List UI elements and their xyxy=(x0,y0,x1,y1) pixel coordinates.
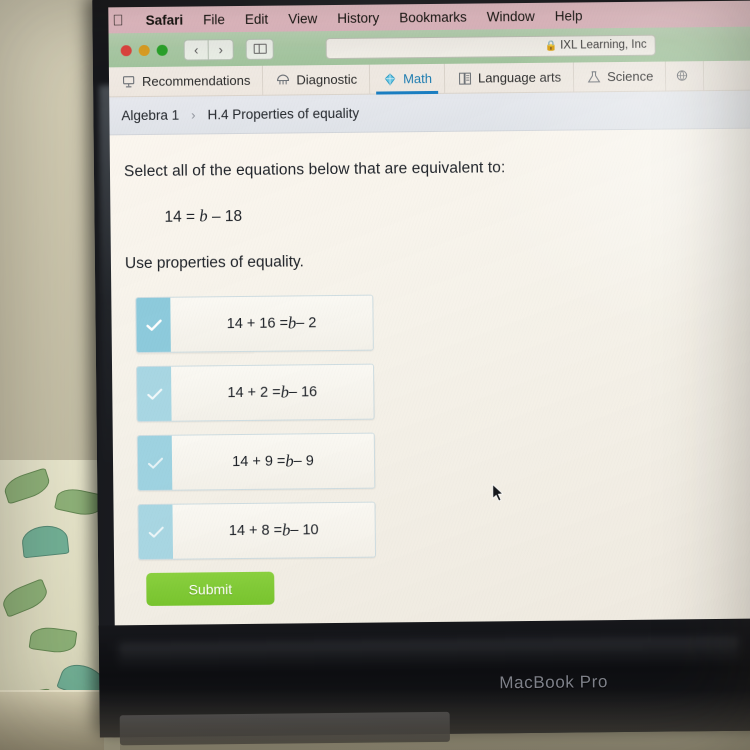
minimize-window-button[interactable] xyxy=(138,44,150,56)
target-equation: 14 = b – 18 xyxy=(164,200,750,227)
menu-item-window[interactable]: Window xyxy=(487,8,535,24)
breadcrumb-skill: H.4 Properties of equality xyxy=(207,105,360,123)
option-variable: b xyxy=(282,520,291,540)
device-model-label: MacBook Pro xyxy=(499,672,609,693)
question-prompt: Select all of the equations below that a… xyxy=(123,159,506,181)
tab-label: Science xyxy=(607,68,654,85)
question-instruction: Use properties of equality. xyxy=(124,253,304,273)
leaf-motif xyxy=(1,467,53,505)
desk-edge xyxy=(0,690,104,750)
breadcrumb: Algebra 1 › H.4 Properties of equality xyxy=(109,89,750,136)
option-right: – 16 xyxy=(288,384,318,401)
tab-label: Diagnostic xyxy=(296,71,358,88)
equation-left: 14 = xyxy=(164,208,200,226)
check-icon xyxy=(147,457,163,469)
option-checkbox[interactable] xyxy=(138,504,174,560)
answer-option[interactable]: 14 + 9 = b – 9 xyxy=(136,432,376,492)
tab-label: Language arts xyxy=(477,69,562,86)
science-icon xyxy=(587,70,601,83)
tab-recommendations[interactable]: Recommendations xyxy=(108,65,264,97)
option-left: 14 + 16 = xyxy=(226,315,289,333)
option-checkbox[interactable] xyxy=(136,297,171,353)
bottom-bezel: MacBook Pro xyxy=(98,618,750,746)
menu-item-history[interactable]: History xyxy=(337,10,379,25)
language-arts-icon xyxy=(459,72,472,85)
check-icon xyxy=(146,388,162,400)
option-left: 14 + 2 = xyxy=(227,384,281,402)
answer-option[interactable]: 14 + 2 = b – 16 xyxy=(136,363,375,423)
option-variable: b xyxy=(285,451,294,471)
address-bar[interactable]: 🔒 IXL Learning, Inc xyxy=(325,34,656,59)
option-right: – 2 xyxy=(296,315,317,332)
option-variable: b xyxy=(280,382,290,402)
answer-options-list: 14 + 16 = b – 2 14 + 2 = b – 16 14 + 9 =… xyxy=(125,290,750,561)
social-studies-globe-icon xyxy=(677,69,688,81)
tab-label: Recommendations xyxy=(141,72,251,90)
tab-science[interactable]: Science xyxy=(573,61,667,92)
photograph-of-laptop:  Safari File Edit View History Bookmark… xyxy=(0,0,750,750)
bezel-sheen xyxy=(118,636,740,670)
address-bar-label: IXL Learning, Inc xyxy=(560,38,647,52)
option-checkbox[interactable] xyxy=(137,366,172,422)
breadcrumb-course[interactable]: Algebra 1 xyxy=(121,108,179,124)
menu-item-help[interactable]: Help xyxy=(555,8,583,23)
tab-label: Math xyxy=(403,70,433,87)
option-equation: 14 + 16 = b – 2 xyxy=(170,295,373,352)
option-left: 14 + 9 = xyxy=(232,453,286,471)
recommendations-icon xyxy=(122,75,135,87)
option-right: – 9 xyxy=(293,453,314,470)
option-equation: 14 + 8 = b – 10 xyxy=(172,502,376,559)
menu-item-edit[interactable]: Edit xyxy=(245,11,268,26)
submit-button[interactable]: Submit xyxy=(146,571,275,607)
apple-menu-icon[interactable]:  xyxy=(112,12,123,29)
math-icon xyxy=(384,72,396,86)
window-controls[interactable] xyxy=(120,44,168,56)
close-window-button[interactable] xyxy=(120,44,132,56)
leaf-motif xyxy=(20,523,70,559)
sidebar-icon xyxy=(253,43,267,54)
breadcrumb-separator-icon: › xyxy=(191,107,196,123)
option-equation: 14 + 2 = b – 16 xyxy=(171,364,374,421)
back-button[interactable]: ‹ xyxy=(183,38,209,61)
menu-item-file[interactable]: File xyxy=(203,12,225,27)
leaf-motif xyxy=(0,578,51,618)
question-area: Select all of the equations below that a… xyxy=(109,127,750,666)
option-checkbox[interactable] xyxy=(137,435,173,491)
maximize-window-button[interactable] xyxy=(156,44,168,56)
equation-right: – 18 xyxy=(207,207,243,226)
lock-icon: 🔒 xyxy=(544,40,558,52)
tab-language-arts[interactable]: Language arts xyxy=(444,62,575,93)
check-icon xyxy=(148,526,164,538)
laptop-screen:  Safari File Edit View History Bookmark… xyxy=(108,0,750,666)
menu-item-bookmarks[interactable]: Bookmarks xyxy=(399,9,467,25)
tab-diagnostic[interactable]: Diagnostic xyxy=(263,64,371,95)
menu-item-safari[interactable]: Safari xyxy=(146,12,184,27)
answer-option[interactable]: 14 + 8 = b – 10 xyxy=(137,501,377,561)
laptop-body:  Safari File Edit View History Bookmark… xyxy=(92,0,750,746)
keyboard-base xyxy=(119,711,450,746)
answer-option[interactable]: 14 + 16 = b – 2 xyxy=(135,294,374,354)
option-left: 14 + 8 = xyxy=(228,522,283,540)
tab-social-studies[interactable] xyxy=(666,61,705,91)
option-right: – 10 xyxy=(290,522,319,539)
leaf-motif xyxy=(28,624,78,656)
menu-item-view[interactable]: View xyxy=(288,11,317,26)
forward-button[interactable]: › xyxy=(208,38,234,60)
diagnostic-icon xyxy=(277,74,290,84)
check-icon xyxy=(145,318,162,331)
option-equation: 14 + 9 = b – 9 xyxy=(171,433,375,490)
cursor-arrow-icon xyxy=(492,483,504,502)
tab-math[interactable]: Math xyxy=(369,63,446,94)
sidebar-toggle-button[interactable] xyxy=(245,38,274,60)
option-variable: b xyxy=(287,313,297,333)
